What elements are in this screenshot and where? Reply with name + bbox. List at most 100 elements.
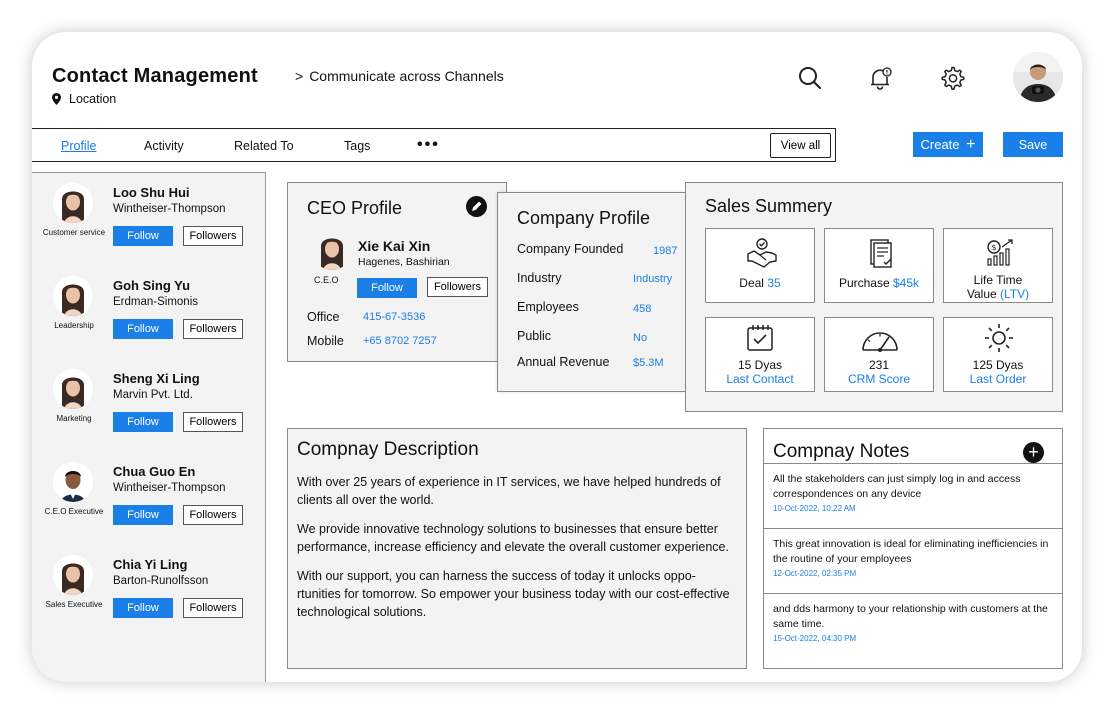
company-description-panel: Compnay Description With over 25 years o… — [287, 428, 747, 669]
crm-score-tile[interactable]: 231 CRM Score — [824, 317, 934, 392]
note-item[interactable]: This great innovation is ideal for elimi… — [764, 528, 1062, 593]
ltv-summary: Life Time Value (LTV) — [944, 273, 1052, 301]
contact-role: Marketing — [56, 414, 92, 423]
description-paragraph: With our support, you can harness the su… — [297, 569, 730, 619]
save-button[interactable]: Save — [1003, 132, 1063, 157]
purchase-summary: Purchase $45k — [825, 276, 933, 290]
last-contact-label: Last Contact — [726, 372, 794, 386]
contact-item[interactable]: C.E.O Executive Chua Guo En Wintheiser-T… — [32, 452, 267, 545]
ceo-followers-button[interactable]: Followers — [427, 277, 488, 297]
public-value: No — [633, 332, 648, 344]
ceo-profile-title: CEO Profile — [307, 198, 403, 218]
note-text: This great innovation is ideal for elimi… — [773, 538, 1049, 565]
annual-revenue-label: Annual Revenue — [517, 355, 610, 369]
ceo-name: Xie Kai Xin — [358, 238, 431, 254]
edit-icon[interactable] — [466, 196, 487, 217]
more-tabs-icon[interactable]: ••• — [417, 136, 440, 154]
followers-button[interactable]: Followers — [183, 412, 243, 432]
location-label: Location — [69, 92, 117, 106]
last-contact-value: 15 Dyas — [737, 358, 783, 372]
industry-value: Industry — [633, 273, 673, 285]
company-profile-title: Company Profile — [517, 208, 651, 228]
calendar-check-icon — [747, 325, 773, 351]
follow-button[interactable]: Follow — [113, 598, 173, 618]
company-notes-panel: Compnay Notes + All the stakeholders can… — [763, 428, 1063, 669]
note-item[interactable]: and dds harmony to your relationship wit… — [764, 593, 1062, 658]
crm-score-value: 231 — [868, 358, 890, 372]
tab-bar: Profile Activity Related To Tags ••• Vie… — [32, 128, 836, 162]
office-phone[interactable]: 415-67-3536 — [363, 311, 425, 323]
search-icon[interactable] — [796, 64, 824, 92]
deal-summary: Deal 35 — [706, 276, 814, 290]
contact-photo-icon — [53, 369, 93, 409]
create-label: Create — [920, 136, 960, 152]
contact-item[interactable]: Sales Executive Chia Yi Ling Barton-Runo… — [32, 545, 267, 638]
user-photo-icon — [1013, 52, 1063, 102]
followers-button[interactable]: Followers — [183, 319, 243, 339]
tab-tags[interactable]: Tags — [344, 139, 370, 153]
note-text: and dds harmony to your relationship wit… — [773, 603, 1048, 630]
sales-summary-title: Sales Summery — [705, 196, 833, 216]
contact-name: Goh Sing Yu — [113, 278, 191, 293]
followers-button[interactable]: Followers — [183, 505, 243, 525]
contact-company: Erdman-Simonis — [113, 296, 198, 308]
contact-photo-icon — [53, 555, 93, 595]
last-contact-summary: 15 Dyas Last Contact — [706, 358, 814, 386]
note-date: 15-Oct-2022, 04:30 PM — [773, 634, 857, 643]
contact-item[interactable]: Marketing Sheng Xi Ling Marvin Pvt. Ltd.… — [32, 359, 267, 452]
ceo-profile-panel: CEO Profile C.E.O Xie Kai Xin Hagenes, B… — [287, 182, 507, 362]
public-label: Public — [517, 329, 552, 343]
company-founded-value: 1987 — [653, 245, 678, 257]
follow-button[interactable]: Follow — [113, 226, 173, 246]
contact-item[interactable]: Leadership Goh Sing Yu Erdman-Simonis Fo… — [32, 266, 267, 359]
note-text: All the stakeholders can just simply log… — [773, 473, 1021, 500]
add-note-icon[interactable]: + — [1023, 442, 1044, 463]
breadcrumb[interactable]: > Communicate across Channels — [295, 68, 504, 84]
tab-related-to[interactable]: Related To — [234, 139, 294, 153]
last-order-tile[interactable]: 125 Dyas Last Order — [943, 317, 1053, 392]
description-paragraph: With over 25 years of experience in IT s… — [297, 475, 721, 507]
bell-icon[interactable] — [866, 64, 894, 92]
contact-company: Wintheiser-Thompson — [113, 203, 226, 215]
purchase-value: $45k — [893, 276, 920, 290]
ceo-location: Hagenes, Bashirian — [358, 256, 450, 268]
contact-role: Sales Executive — [45, 600, 103, 609]
follow-button[interactable]: Follow — [113, 319, 173, 339]
create-button[interactable]: Create + — [913, 132, 983, 157]
ceo-role: C.E.O — [314, 275, 339, 285]
note-date: 12-Oct-2022, 02:35 PM — [773, 569, 857, 578]
contact-photo-icon — [53, 276, 93, 316]
handshake-icon — [747, 238, 777, 268]
contact-role: C.E.O Executive — [44, 507, 104, 516]
gear-icon[interactable] — [938, 64, 966, 92]
view-all-button[interactable]: View all — [770, 133, 831, 158]
ltv-tile[interactable]: $ Life Time Value (LTV) — [943, 228, 1053, 303]
location[interactable]: Location — [52, 92, 116, 106]
mobile-phone[interactable]: +65 8702 7257 — [363, 335, 437, 347]
purchase-tile[interactable]: Purchase $45k — [824, 228, 934, 303]
contact-item[interactable]: Customer service Loo Shu Hui Wintheiser-… — [32, 173, 267, 266]
follow-button[interactable]: Follow — [113, 505, 173, 525]
note-date: 10-Oct-2022, 10:22 AM — [773, 504, 856, 513]
contacts-sidebar[interactable]: Customer service Loo Shu Hui Wintheiser-… — [32, 172, 266, 682]
ltv-label: Life Time — [973, 273, 1023, 287]
followers-button[interactable]: Followers — [183, 226, 243, 246]
ceo-follow-button[interactable]: Follow — [357, 278, 417, 298]
follow-button[interactable]: Follow — [113, 412, 173, 432]
tab-profile[interactable]: Profile — [61, 139, 96, 153]
contact-name: Chua Guo En — [113, 464, 196, 479]
company-description-title: Compnay Description — [297, 439, 479, 460]
avatar[interactable] — [1013, 52, 1063, 102]
contact-company: Marvin Pvt. Ltd. — [113, 389, 193, 401]
office-label: Office — [307, 310, 340, 324]
deal-tile[interactable]: Deal 35 — [705, 228, 815, 303]
crm-score-label: CRM Score — [847, 372, 910, 386]
invoice-icon — [870, 239, 892, 268]
sun-icon — [985, 324, 1013, 352]
company-notes-title: Compnay Notes — [773, 441, 910, 462]
followers-button[interactable]: Followers — [183, 598, 243, 618]
note-item[interactable]: All the stakeholders can just simply log… — [764, 463, 1062, 528]
tab-activity[interactable]: Activity — [144, 139, 184, 153]
breadcrumb-label: Communicate across Channels — [309, 68, 504, 84]
last-contact-tile[interactable]: 15 Dyas Last Contact — [705, 317, 815, 392]
